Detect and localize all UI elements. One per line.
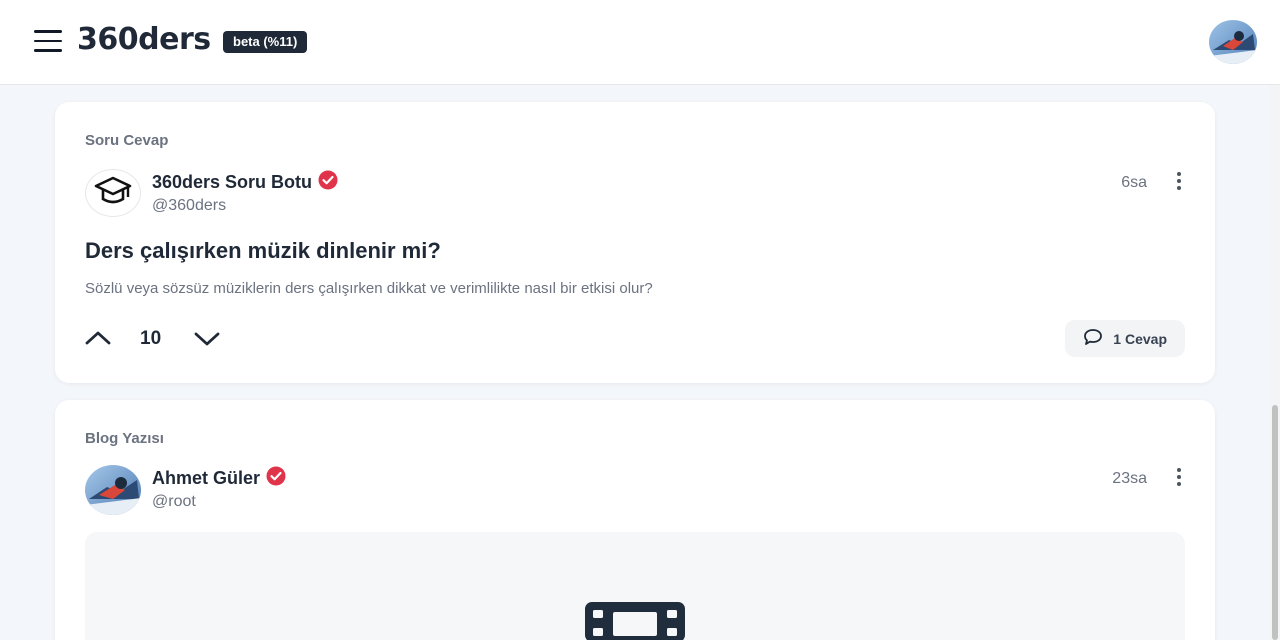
- author-name-text[interactable]: 360ders Soru Botu: [152, 172, 312, 193]
- author-avatar[interactable]: [85, 465, 141, 515]
- chevron-up-icon[interactable]: [83, 328, 113, 348]
- bot-avatar[interactable]: [85, 169, 141, 217]
- feed-card-question[interactable]: Soru Cevap 360ders Soru Botu @360ders 6s…: [55, 102, 1215, 383]
- verified-check-icon: [266, 466, 286, 491]
- vote-count: 10: [140, 328, 162, 349]
- answers-button[interactable]: 1 Cevap: [1065, 320, 1185, 357]
- brand-logo[interactable]: 360ders: [77, 22, 211, 57]
- author-handle[interactable]: @360ders: [152, 197, 226, 215]
- chevron-down-icon[interactable]: [192, 328, 222, 348]
- kebab-menu-icon[interactable]: [1173, 172, 1185, 194]
- post-time: 23sa: [1112, 470, 1147, 487]
- answers-count-label[interactable]: 1 Cevap: [1113, 331, 1167, 347]
- author-handle[interactable]: @root: [152, 493, 196, 511]
- question-title[interactable]: Ders çalışırken müzik dinlenir mi?: [85, 238, 441, 264]
- top-bar: 360ders beta (%11): [0, 0, 1280, 85]
- question-description: Sözlü veya sözsüz müziklerin ders çalışı…: [85, 280, 653, 297]
- card-type-label: Blog Yazısı: [85, 430, 164, 447]
- author-name-text[interactable]: Ahmet Güler: [152, 468, 260, 489]
- speech-bubble-icon: [1083, 328, 1103, 349]
- film-icon: [585, 602, 685, 640]
- user-avatar[interactable]: [1209, 20, 1257, 64]
- verified-check-icon: [318, 170, 338, 195]
- graduation-cap-icon: [93, 175, 133, 212]
- hamburger-icon[interactable]: [34, 30, 62, 52]
- author-name[interactable]: Ahmet Güler: [152, 466, 286, 491]
- scrollbar-thumb[interactable]: [1272, 405, 1278, 640]
- card-type-label: Soru Cevap: [85, 132, 169, 149]
- page-scrollbar[interactable]: [1270, 85, 1280, 640]
- kebab-menu-icon[interactable]: [1173, 468, 1185, 490]
- blog-cover-placeholder[interactable]: [85, 532, 1185, 640]
- beta-badge: beta (%11): [223, 31, 308, 53]
- post-time: 6sa: [1121, 174, 1147, 191]
- author-name[interactable]: 360ders Soru Botu: [152, 170, 338, 195]
- feed-card-blog[interactable]: Blog Yazısı Ahmet Güler @root 23sa: [55, 400, 1215, 640]
